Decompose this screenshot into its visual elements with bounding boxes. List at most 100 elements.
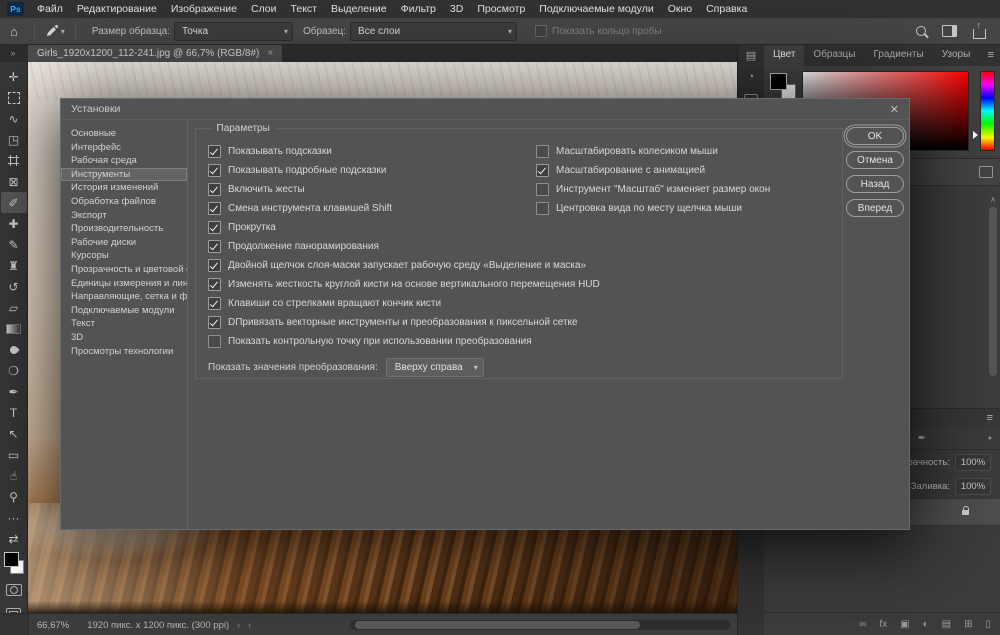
tab-swatches[interactable]: Образцы xyxy=(804,44,864,66)
swap-colors[interactable]: ⇄ xyxy=(1,528,27,549)
opt-snap-vector[interactable]: DПривязать векторные инструменты и преоб… xyxy=(208,313,600,332)
tab-gradients[interactable]: Градиенты xyxy=(864,44,932,66)
collapsed-panel-icon[interactable]: ◔ xyxy=(738,66,764,88)
checkbox-box[interactable] xyxy=(208,164,221,177)
hand-tool[interactable]: ☝ xyxy=(1,465,27,486)
prefs-3d[interactable]: 3D xyxy=(61,331,187,345)
collapsed-panel-icon[interactable]: ▤ xyxy=(738,44,764,66)
next-button[interactable]: Вперед xyxy=(846,199,904,217)
panel-scrollbar[interactable]: ∧ xyxy=(988,195,998,401)
crop-tool[interactable] xyxy=(1,150,27,171)
horizontal-scrollbar[interactable] xyxy=(350,620,731,630)
show-sampling-ring-checkbox[interactable]: Показать кольцо пробы xyxy=(535,25,662,37)
quick-mask-button[interactable] xyxy=(5,584,22,596)
checkbox-box[interactable] xyxy=(208,202,221,215)
frame-tool[interactable]: ⊠ xyxy=(1,171,27,192)
eyedropper-tool-preset[interactable]: ▾ xyxy=(41,24,69,38)
checkbox-box[interactable] xyxy=(536,183,549,196)
foreground-color-swatch[interactable] xyxy=(3,552,19,567)
link-layers-icon[interactable]: ∞ xyxy=(859,619,866,630)
menu-image[interactable]: Изображение xyxy=(164,0,244,18)
opt-hud-hardness[interactable]: Изменять жесткость круглой кисти на осно… xyxy=(208,275,600,294)
prefs-transparency-gamut[interactable]: Прозрачность и цветовой охват xyxy=(61,263,187,277)
document-tab[interactable]: Girls_1920x1200_112-241.jpg @ 66,7% (RGB… xyxy=(28,44,283,62)
move-tool[interactable]: ✛ xyxy=(1,66,27,87)
marquee-tool[interactable] xyxy=(1,87,27,108)
path-selection-tool[interactable]: ↖ xyxy=(1,423,27,444)
type-tool[interactable]: T xyxy=(1,402,27,423)
ok-button[interactable]: OK xyxy=(846,127,904,145)
home-icon[interactable]: ⌂ xyxy=(10,24,18,39)
tab-color[interactable]: Цвет xyxy=(764,44,805,66)
healing-brush-tool[interactable]: ✚ xyxy=(1,213,27,234)
opt-arrow-keys-rotate[interactable]: Клавиши со стрелками вращают кончик кист… xyxy=(208,294,600,313)
tab-patterns[interactable]: Узоры xyxy=(933,44,980,66)
opt-flick-panning[interactable]: Продолжение панорамирования xyxy=(208,237,600,256)
share-icon[interactable] xyxy=(973,20,986,39)
opt-zoom-resizes-windows[interactable]: Инструмент "Масштаб" изменяет размер око… xyxy=(536,180,770,199)
workspace-icon[interactable] xyxy=(942,25,957,37)
menu-plugins[interactable]: Подключаемые модули xyxy=(532,0,660,18)
history-brush-tool[interactable]: ↺ xyxy=(1,276,27,297)
zoom-tool[interactable]: ⚲ xyxy=(1,486,27,507)
menu-filter[interactable]: Фильтр xyxy=(394,0,443,18)
menu-window[interactable]: Окно xyxy=(661,0,699,18)
dodge-tool[interactable]: ❍ xyxy=(1,360,27,381)
layer-mask-icon[interactable]: ▣ xyxy=(900,619,909,630)
scrollbar-thumb[interactable] xyxy=(355,621,640,629)
adjustment-layer-icon[interactable]: ◐ xyxy=(923,619,929,630)
sample-select[interactable]: Все слои ▾ xyxy=(350,21,518,41)
blur-tool[interactable] xyxy=(1,339,27,360)
search-icon[interactable] xyxy=(916,26,926,36)
hue-slider-arrow[interactable] xyxy=(973,131,978,139)
clone-stamp-tool[interactable]: ♜ xyxy=(1,255,27,276)
menu-view[interactable]: Просмотр xyxy=(470,0,532,18)
prefs-guides-grid-slices[interactable]: Направляющие, сетка и фрагменты xyxy=(61,290,187,304)
fill-value[interactable]: 100% xyxy=(955,477,991,495)
close-dialog-icon[interactable]: ✕ xyxy=(890,103,899,116)
prefs-plugins[interactable]: Подключаемые модули xyxy=(61,304,187,318)
checkbox-box[interactable] xyxy=(208,221,221,234)
sample-size-select[interactable]: Точка ▾ xyxy=(173,21,293,41)
layer-effects-icon[interactable]: fx xyxy=(879,619,887,630)
eyedropper-tool[interactable]: ✐ xyxy=(0,192,27,213)
opt-overscroll[interactable]: Прокрутка xyxy=(208,218,600,237)
filter-pen-icon[interactable]: ✒ xyxy=(918,433,926,444)
hue-strip[interactable] xyxy=(980,71,995,151)
menu-3d[interactable]: 3D xyxy=(443,0,470,18)
prefs-workspace[interactable]: Рабочая среда xyxy=(61,154,187,168)
foreground-background-swatches[interactable] xyxy=(3,552,25,574)
panel-menu-icon[interactable]: ≡ xyxy=(987,412,993,424)
tab-overflow-icon[interactable]: » xyxy=(0,48,26,58)
panel-header-icon[interactable] xyxy=(979,166,993,178)
object-selection-tool[interactable]: ◳ xyxy=(1,129,27,150)
pen-tool[interactable]: ✒ xyxy=(1,381,27,402)
layer-group-icon[interactable]: ▤ xyxy=(942,619,951,630)
more-tools[interactable]: ··· xyxy=(1,507,27,528)
prev-button[interactable]: Назад xyxy=(846,175,904,193)
lock-icon[interactable] xyxy=(962,505,969,515)
brush-tool[interactable]: ✎ xyxy=(1,234,27,255)
opt-zoom-clicked-point[interactable]: Центровка вида по месту щелчка мыши xyxy=(536,199,770,218)
prefs-export[interactable]: Экспорт xyxy=(61,209,187,223)
delete-layer-icon[interactable]: ▯ xyxy=(985,619,991,630)
photoshop-logo[interactable]: Ps xyxy=(7,2,24,16)
opt-show-reference-point[interactable]: Показать контрольную точку при использов… xyxy=(208,332,600,351)
checkbox-box[interactable] xyxy=(208,145,221,158)
prefs-file-handling[interactable]: Обработка файлов xyxy=(61,195,187,209)
checkbox-box[interactable] xyxy=(536,202,549,215)
scrollbar-thumb[interactable] xyxy=(989,207,997,376)
shape-tool[interactable]: ▭ xyxy=(1,444,27,465)
prefs-tech-previews[interactable]: Просмотры технологии xyxy=(61,345,187,359)
checkbox-box[interactable] xyxy=(208,240,221,253)
color-panel-swatches[interactable] xyxy=(770,73,796,99)
opt-zoom-scroll-wheel[interactable]: Масштабировать колесиком мыши xyxy=(536,142,770,161)
zoom-level-field[interactable]: 66,67% xyxy=(37,620,69,631)
prefs-interface[interactable]: Интерфейс xyxy=(61,141,187,155)
scroll-left-icon[interactable]: ‹ xyxy=(248,620,251,630)
prefs-performance[interactable]: Производительность xyxy=(61,222,187,236)
menu-file[interactable]: Файл xyxy=(30,0,70,18)
prefs-cursors[interactable]: Курсоры xyxy=(61,249,187,263)
checkbox-box[interactable] xyxy=(536,145,549,158)
menu-edit[interactable]: Редактирование xyxy=(70,0,164,18)
